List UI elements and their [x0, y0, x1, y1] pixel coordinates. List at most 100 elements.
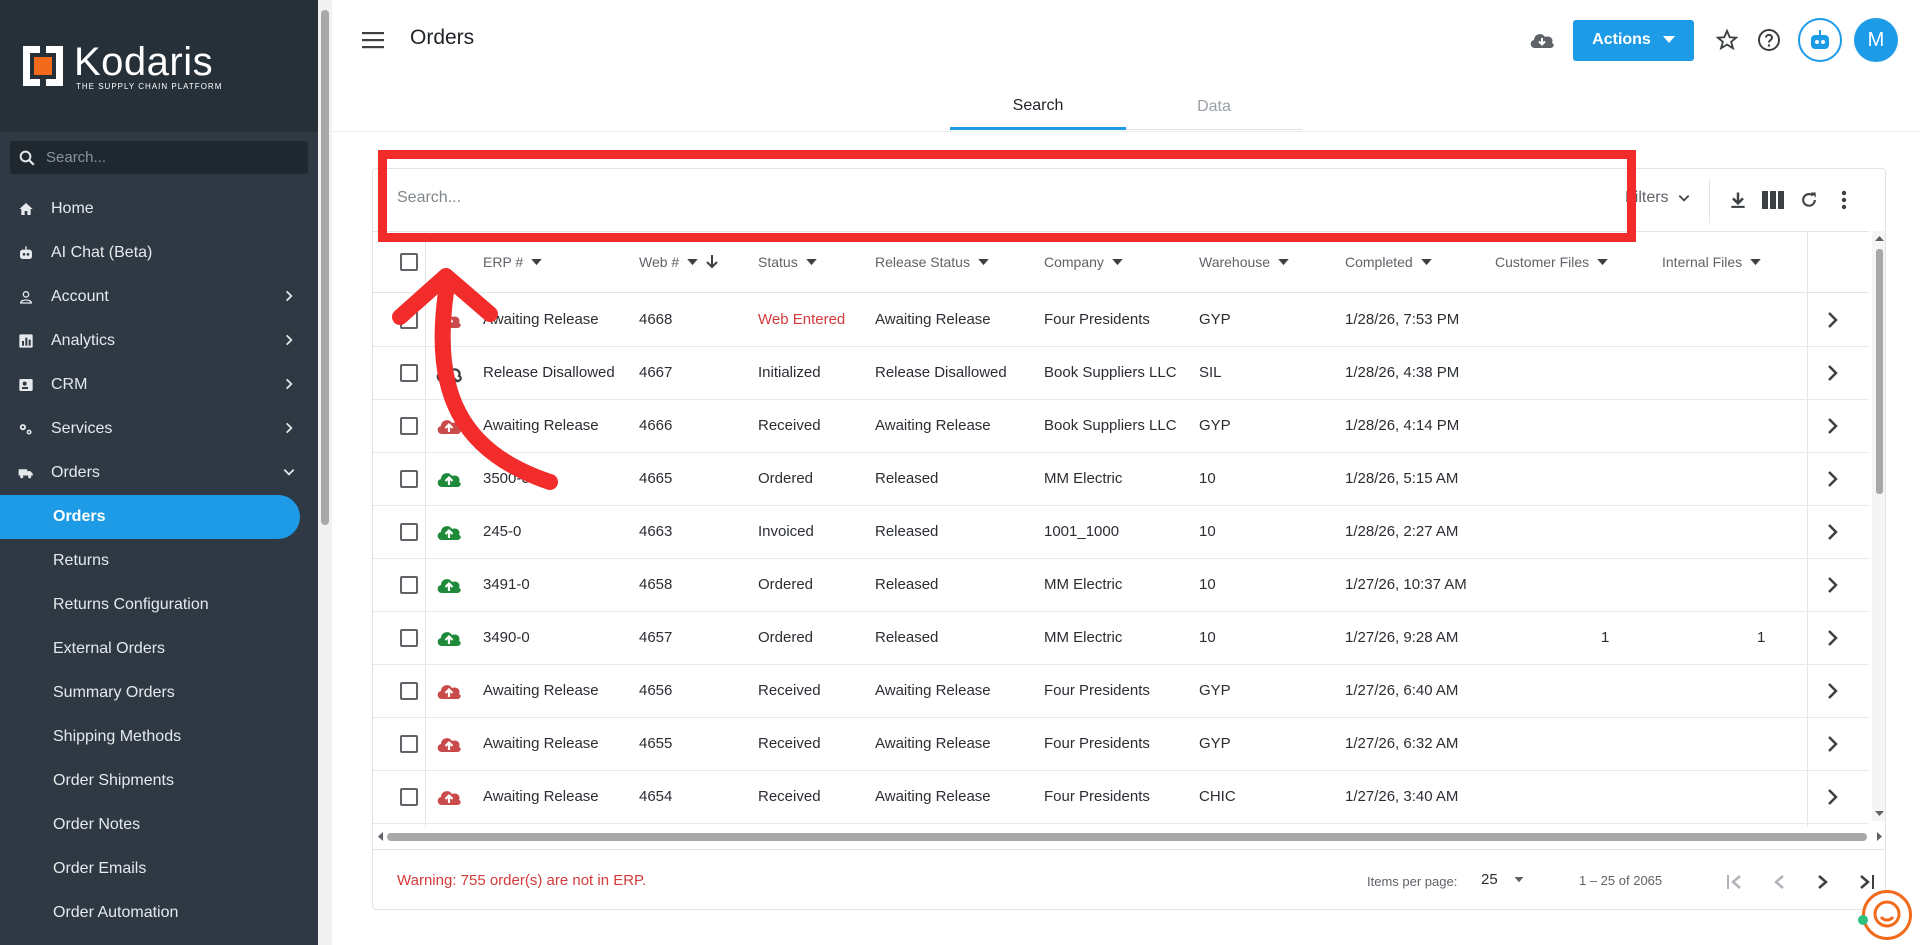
star-icon[interactable] [1710, 23, 1744, 57]
cloud-upload-icon[interactable] [435, 787, 463, 812]
row-checkbox[interactable] [400, 523, 418, 541]
scroll-up-arrow-icon[interactable] [1872, 233, 1886, 243]
previous-page-icon[interactable] [1765, 868, 1793, 896]
row-checkbox[interactable] [400, 735, 418, 753]
sidebar-subitem-external-orders[interactable]: External Orders [0, 627, 318, 671]
table-vertical-scrollbar[interactable] [1872, 231, 1886, 821]
sidebar-item-label: Services [51, 420, 113, 437]
table-row[interactable]: Release Disallowed 4667 Initialized Release… [373, 347, 1869, 400]
annotation-arrow-icon [392, 268, 558, 490]
cloud-upload-icon[interactable] [435, 681, 463, 706]
tab-data[interactable]: Data [1126, 84, 1302, 130]
user-avatar[interactable]: M [1854, 18, 1898, 62]
scrollbar-thumb[interactable] [321, 10, 329, 525]
chevron-right-icon[interactable] [1827, 364, 1839, 387]
chevron-right-icon[interactable] [1827, 311, 1839, 334]
sidebar-item-crm[interactable]: CRM [0, 363, 318, 407]
sidebar-item-analytics[interactable]: Analytics [0, 319, 318, 363]
cloud-upload-icon[interactable] [435, 734, 463, 759]
sidebar-subitem-label: Summary Orders [53, 684, 175, 701]
chevron-right-icon[interactable] [1827, 576, 1839, 599]
table-row[interactable]: 245-0 4663 Invoiced Released 1001_1000 10 1/28… [373, 506, 1869, 559]
refresh-icon[interactable] [1796, 187, 1822, 213]
sidebar-subitem-returns-configuration[interactable]: Returns Configuration [0, 583, 318, 627]
first-page-icon[interactable] [1721, 868, 1749, 896]
table-row[interactable]: 3490-0 4657 Ordered Released MM Electric 10 1/… [373, 612, 1869, 665]
sidebar-item-services[interactable]: Services [0, 407, 318, 451]
more-vert-icon[interactable] [1831, 187, 1857, 213]
next-page-icon[interactable] [1809, 868, 1837, 896]
sidebar-item-account[interactable]: Account [0, 275, 318, 319]
sidebar-scrollbar[interactable] [318, 0, 332, 945]
columns-icon[interactable] [1760, 187, 1786, 213]
cloud-upload-icon[interactable] [435, 575, 463, 600]
row-checkbox[interactable] [400, 682, 418, 700]
scrollbar-thumb[interactable] [387, 833, 1867, 841]
help-icon[interactable] [1752, 23, 1786, 57]
row-checkbox[interactable] [400, 629, 418, 647]
scroll-right-arrow-icon[interactable] [1875, 829, 1885, 844]
column-header-label: Company [1044, 254, 1104, 270]
table-row[interactable]: 3491-0 4658 Ordered Released MM Electric 10 1/… [373, 559, 1869, 612]
column-header-customer-files[interactable]: Customer Files [1495, 254, 1608, 270]
column-header-company[interactable]: Company [1044, 254, 1123, 270]
chevron-right-icon[interactable] [1827, 523, 1839, 546]
cloud-upload-icon[interactable] [435, 628, 463, 653]
chevron-right-icon[interactable] [1827, 470, 1839, 493]
column-header-release-status[interactable]: Release Status [875, 254, 989, 270]
sidebar-subitem-returns[interactable]: Returns [0, 539, 318, 583]
row-checkbox[interactable] [400, 576, 418, 594]
orders-card: Filters ERP # Web # Status Release Statu… [372, 168, 1886, 910]
cell-status: Initialized [758, 364, 821, 381]
sidebar-item-ai-chat[interactable]: AI Chat (Beta) [0, 231, 318, 275]
sidebar-search-input[interactable] [46, 149, 286, 166]
table-row[interactable]: Awaiting Release 4666 Received Awaiting Rel… [373, 400, 1869, 453]
tab-search[interactable]: Search [950, 84, 1126, 130]
table-row[interactable]: Awaiting Release 4668 Web Entered Awaiting … [373, 294, 1869, 347]
sidebar-subitem-shipping-methods[interactable]: Shipping Methods [0, 715, 318, 759]
sidebar-item-home[interactable]: Home [0, 187, 318, 231]
table-row[interactable]: Awaiting Release 4654 Received Awaiting Rel… [373, 771, 1869, 824]
chevron-right-icon[interactable] [1827, 629, 1839, 652]
sidebar-subitem-order-shipments[interactable]: Order Shipments [0, 759, 318, 803]
sidebar-search[interactable] [10, 141, 308, 174]
cloud-download-icon[interactable] [1525, 23, 1559, 57]
menu-icon[interactable] [362, 30, 384, 50]
cell-warehouse: SIL [1199, 364, 1222, 381]
column-header-completed[interactable]: Completed [1345, 254, 1432, 270]
cell-status: Received [758, 788, 821, 805]
chevron-right-icon[interactable] [1827, 417, 1839, 440]
sidebar-subitem-label: Order Automation [53, 904, 179, 921]
table-horizontal-scrollbar[interactable] [373, 828, 1885, 844]
column-header-internal-files[interactable]: Internal Files [1662, 254, 1761, 270]
sidebar-subitem-order-notes[interactable]: Order Notes [0, 803, 318, 847]
column-header-label: Completed [1345, 254, 1413, 270]
column-header-status[interactable]: Status [758, 254, 817, 270]
sidebar-subitem-summary-orders[interactable]: Summary Orders [0, 671, 318, 715]
chevron-right-icon[interactable] [1827, 788, 1839, 811]
sidebar-subitem-orders[interactable]: Orders [0, 495, 300, 539]
scroll-left-arrow-icon[interactable] [375, 829, 385, 844]
column-header-web[interactable]: Web # [639, 254, 718, 270]
sidebar-subitem-order-emails[interactable]: Order Emails [0, 847, 318, 891]
column-header-warehouse[interactable]: Warehouse [1199, 254, 1289, 270]
ai-assistant-button[interactable] [1798, 18, 1842, 62]
sidebar-subitem-order-automation[interactable]: Order Automation [0, 891, 318, 935]
items-per-page-value: 25 [1481, 871, 1498, 888]
chevron-right-icon[interactable] [1827, 682, 1839, 705]
row-checkbox[interactable] [400, 788, 418, 806]
cloud-upload-icon[interactable] [435, 522, 463, 547]
scroll-down-arrow-icon[interactable] [1872, 809, 1886, 819]
chat-support-button[interactable] [1862, 890, 1912, 940]
actions-button[interactable]: Actions [1573, 19, 1694, 61]
sidebar-item-orders[interactable]: Orders [0, 451, 318, 495]
chevron-right-icon[interactable] [1827, 735, 1839, 758]
items-per-page-select[interactable]: 25 [1481, 871, 1524, 888]
download-icon[interactable] [1725, 187, 1751, 213]
table-row[interactable]: Awaiting Release 4656 Received Awaiting Rel… [373, 665, 1869, 718]
cell-completed: 1/28/26, 4:14 PM [1345, 417, 1460, 434]
table-row[interactable]: Awaiting Release 4655 Received Awaiting Rel… [373, 718, 1869, 771]
table-row[interactable]: 3500-0 4665 Ordered Released MM Electric 10 1/… [373, 453, 1869, 506]
brand[interactable]: Kodaris THE SUPPLY CHAIN PLATFORM [0, 0, 318, 132]
scrollbar-thumb[interactable] [1876, 249, 1883, 494]
